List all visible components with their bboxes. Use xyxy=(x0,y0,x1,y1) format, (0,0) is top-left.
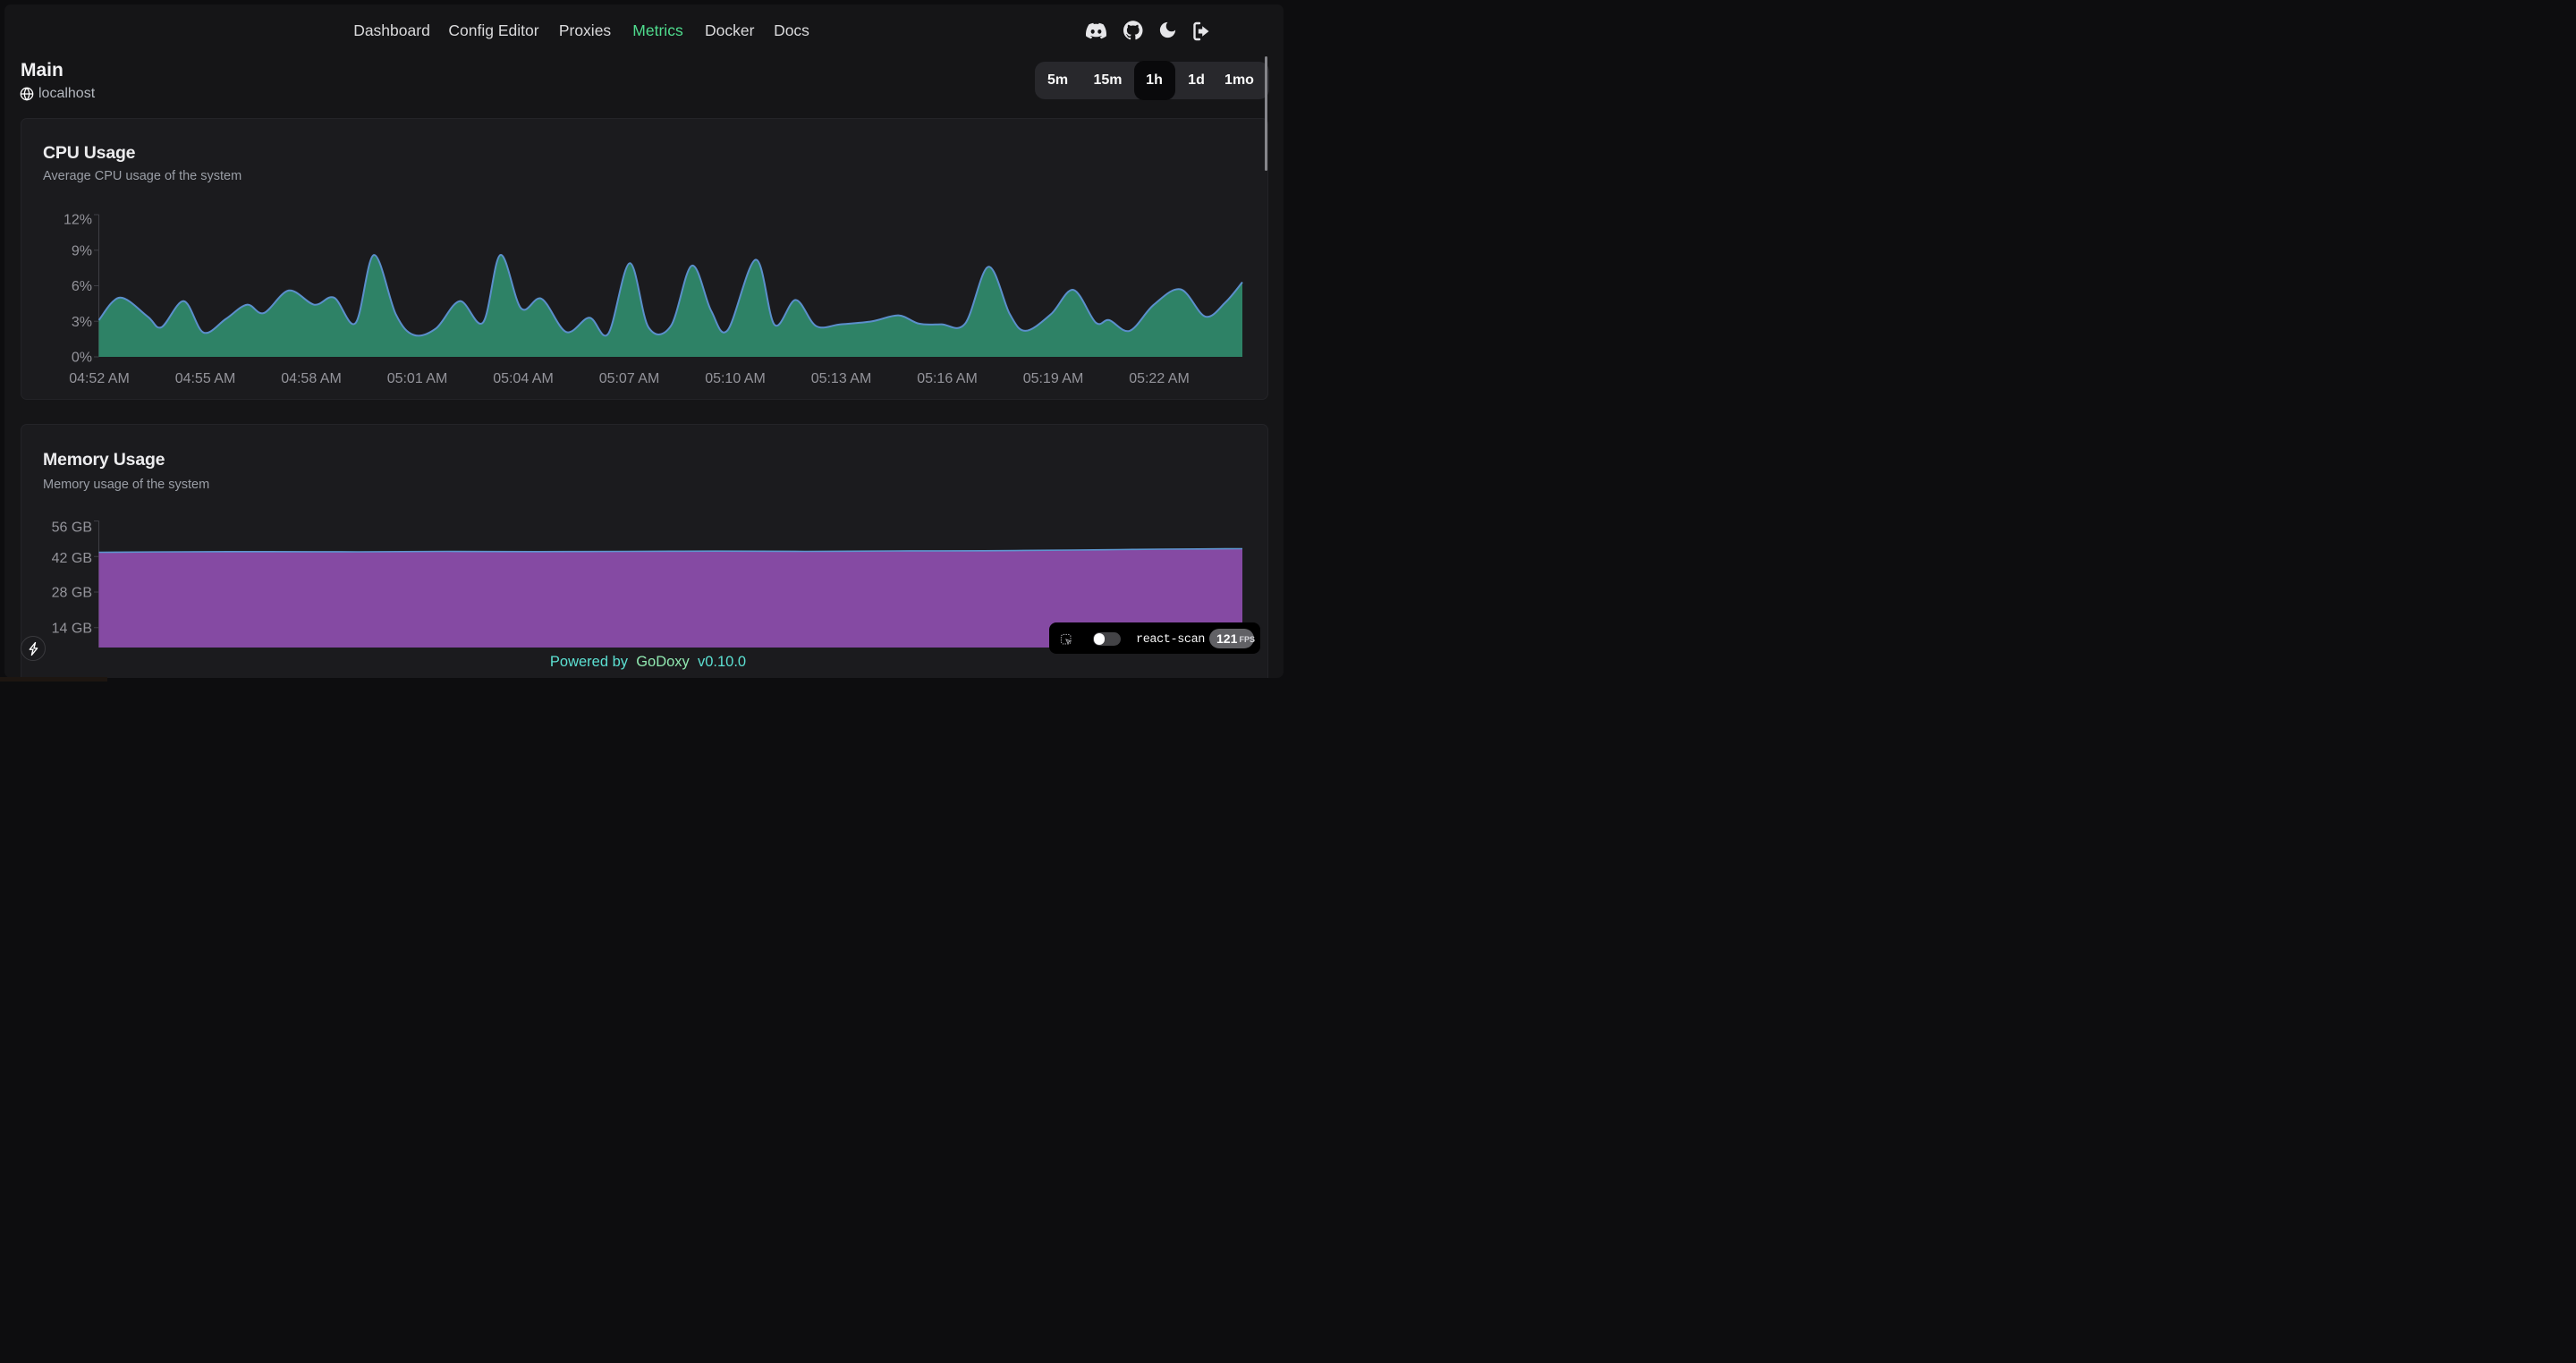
svg-text:05:10 AM: 05:10 AM xyxy=(705,371,766,386)
svg-text:05:04 AM: 05:04 AM xyxy=(493,371,554,386)
svg-text:0%: 0% xyxy=(72,351,92,366)
svg-text:05:07 AM: 05:07 AM xyxy=(599,371,660,386)
svg-text:12%: 12% xyxy=(64,213,92,228)
svg-text:04:58 AM: 04:58 AM xyxy=(281,371,342,386)
svg-text:6%: 6% xyxy=(72,279,92,294)
svg-text:05:19 AM: 05:19 AM xyxy=(1023,371,1084,386)
svg-text:04:55 AM: 04:55 AM xyxy=(175,371,236,386)
svg-text:56 GB: 56 GB xyxy=(52,521,92,536)
svg-text:42 GB: 42 GB xyxy=(52,551,92,566)
svg-text:04:52 AM: 04:52 AM xyxy=(69,371,130,386)
svg-text:14 GB: 14 GB xyxy=(52,622,92,637)
svg-text:9%: 9% xyxy=(72,243,92,258)
svg-text:05:22 AM: 05:22 AM xyxy=(1129,371,1190,386)
svg-text:05:01 AM: 05:01 AM xyxy=(387,371,448,386)
svg-text:3%: 3% xyxy=(72,315,92,330)
svg-text:28 GB: 28 GB xyxy=(52,586,92,601)
svg-text:05:16 AM: 05:16 AM xyxy=(917,371,978,386)
svg-text:05:13 AM: 05:13 AM xyxy=(811,371,872,386)
